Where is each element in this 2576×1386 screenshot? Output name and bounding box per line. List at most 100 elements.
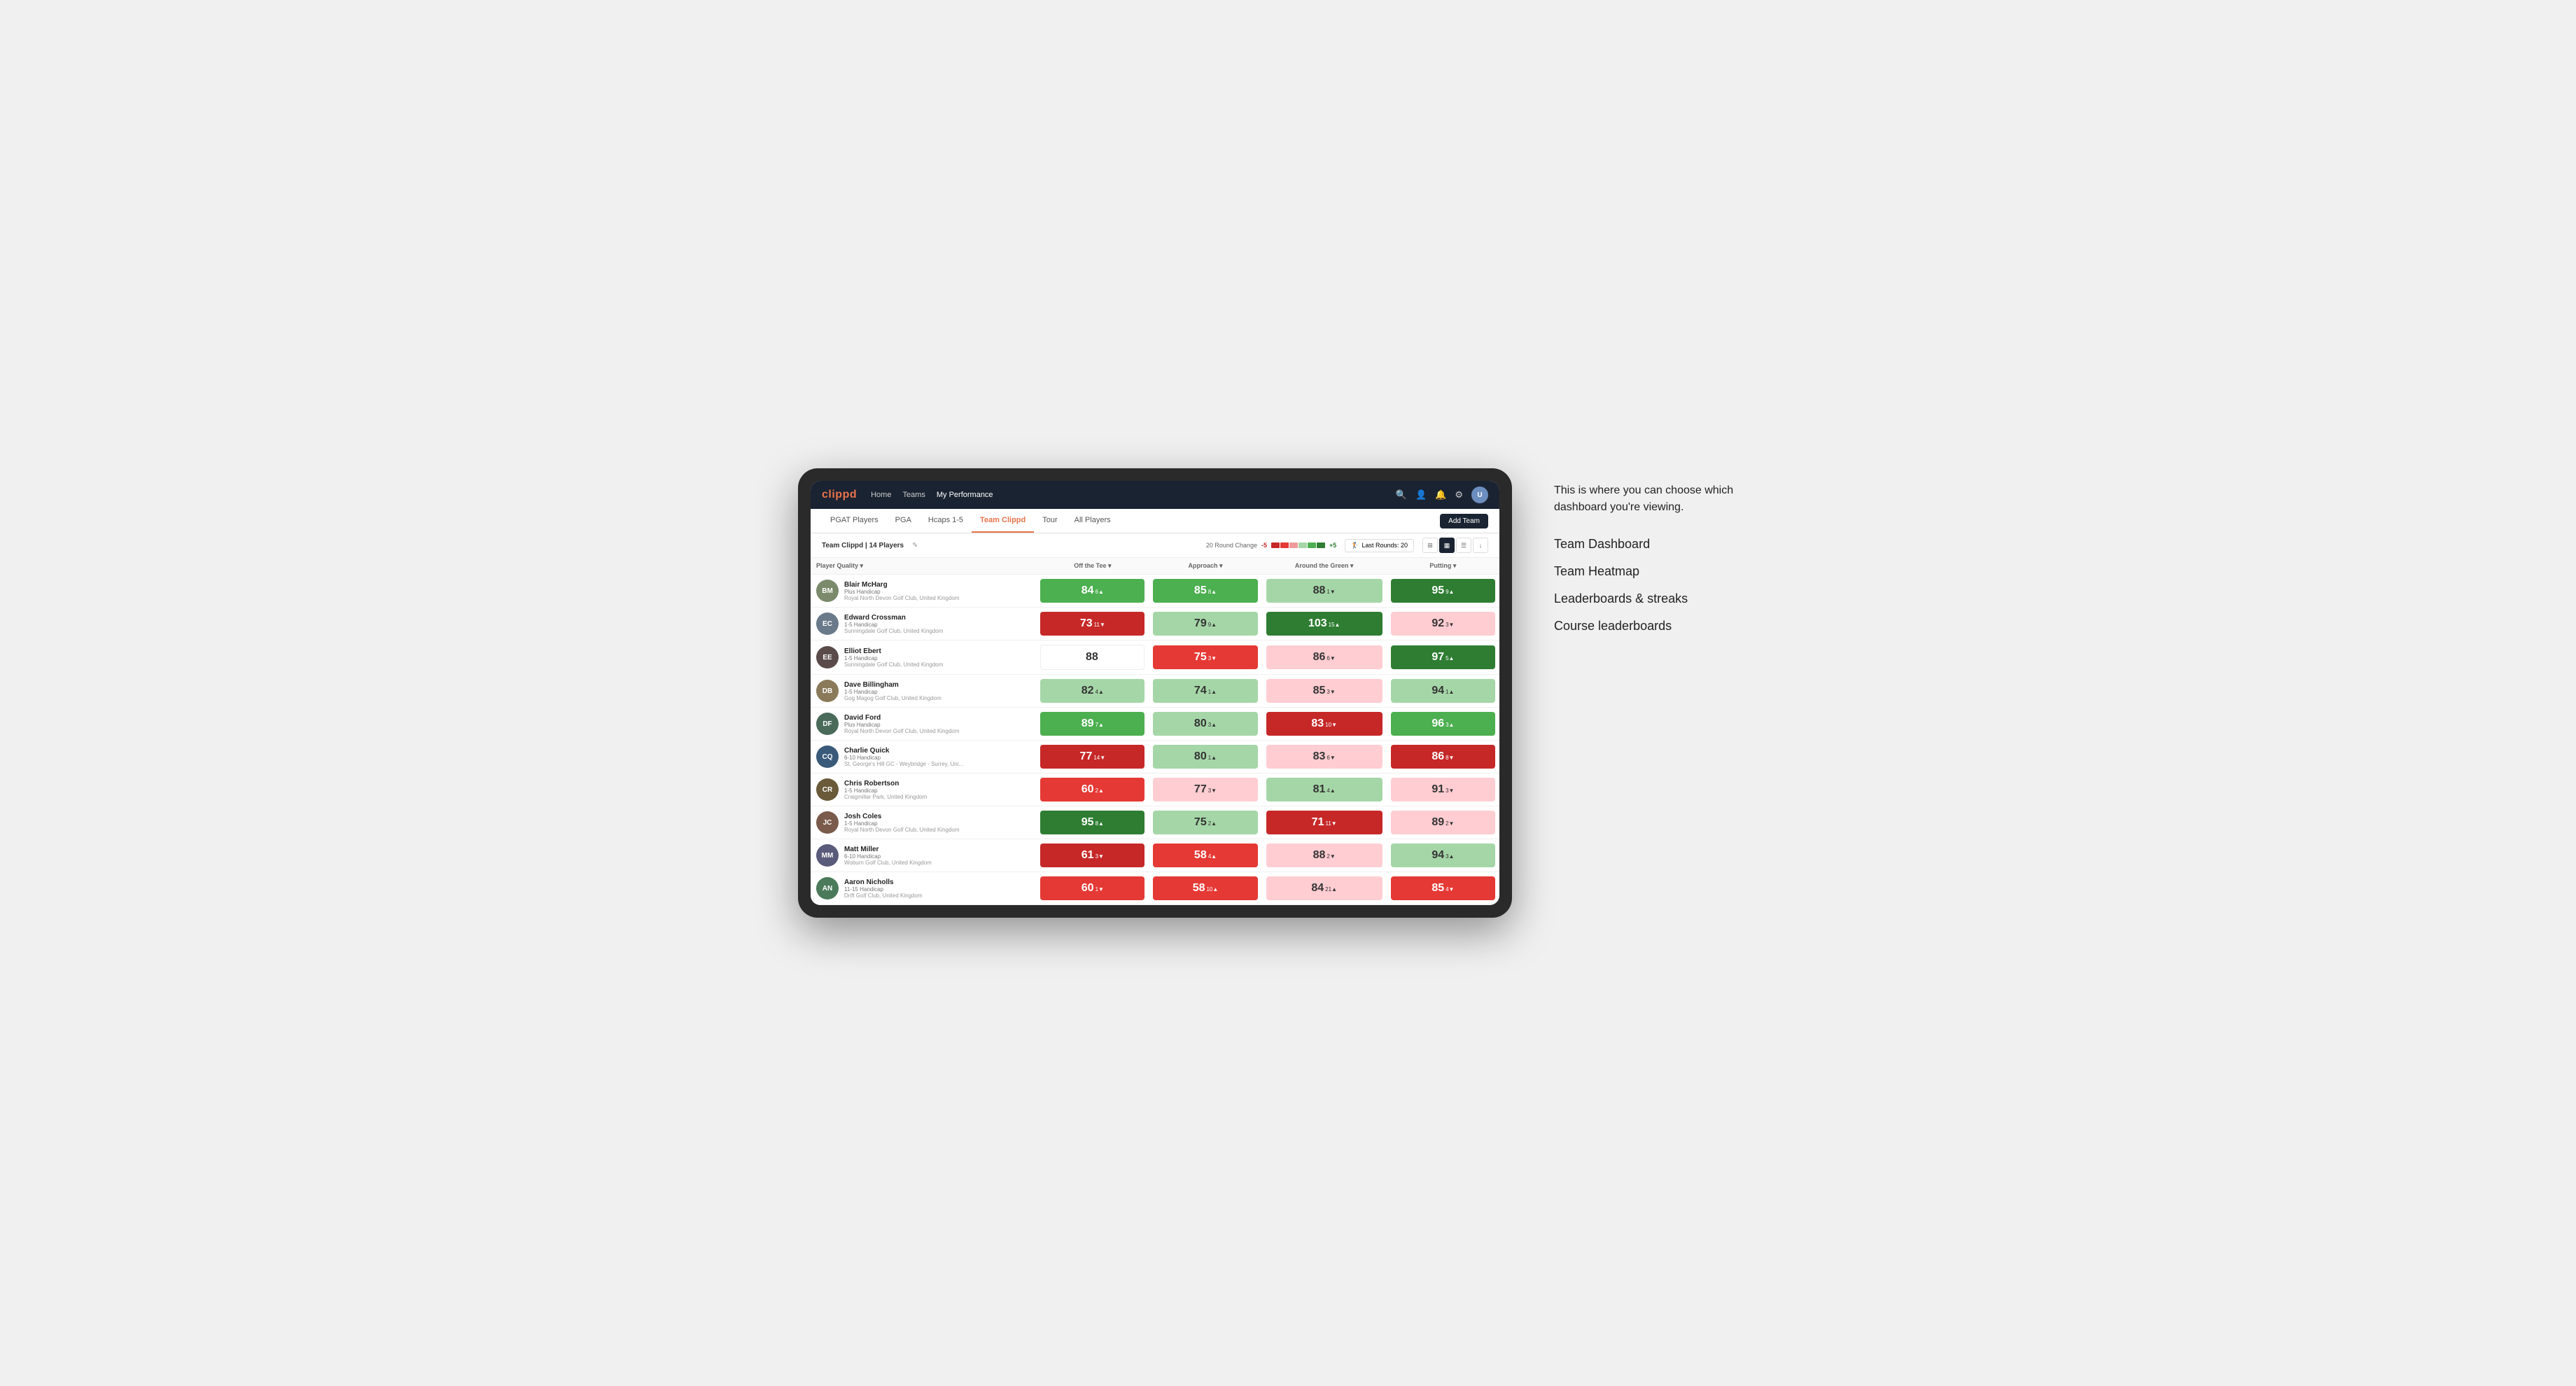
search-icon[interactable]: 🔍 [1396,489,1407,500]
nav-my-performance[interactable]: My Performance [937,489,993,500]
score-cell-approach-3: 74 1▲ [1149,675,1261,708]
subnav-pgat[interactable]: PGAT Players [822,509,887,533]
subnav-tour[interactable]: Tour [1034,509,1065,533]
score-change: 3▼ [1096,853,1104,860]
player-name: Matt Miller [844,846,932,853]
score-cell-approach-9: 58 10▲ [1149,872,1261,905]
header-player[interactable]: Player Quality ▾ [811,558,1036,575]
score-cell-off_tee-1: 73 11▼ [1036,608,1149,640]
edit-icon[interactable]: ✎ [912,542,918,550]
score-box: 85 4▼ [1391,876,1495,900]
player-club: Drift Golf Club, United Kingdom [844,892,923,899]
score-cell-approach-0: 85 8▲ [1149,575,1261,608]
player-cell-7[interactable]: JC Josh Coles 1-5 Handicap Royal North D… [811,806,1036,839]
table-row: DB Dave Billingham 1-5 Handicap Gog Mago… [811,675,1499,708]
score-cell-around_green-7: 71 11▼ [1262,806,1387,839]
score-cell-around_green-1: 103 15▲ [1262,608,1387,640]
player-avatar: EC [816,612,839,635]
player-hcp: 1-5 Handicap [844,820,960,827]
subnav-hcaps[interactable]: Hcaps 1-5 [920,509,972,533]
score-cell-around_green-4: 83 10▼ [1262,708,1387,741]
score-cell-putting-0: 95 9▲ [1387,575,1499,608]
download-button[interactable]: ↓ [1473,538,1488,553]
player-info: Matt Miller 6-10 Handicap Woburn Golf Cl… [844,846,932,866]
score-box: 85 8▲ [1153,579,1257,603]
score-box: 95 8▲ [1040,811,1144,834]
hm-cell-5 [1308,542,1316,548]
header-around-green[interactable]: Around the Green ▾ [1262,558,1387,575]
score-main: 75 [1194,816,1207,829]
score-change: 15▲ [1329,622,1340,628]
player-name: Elliot Ebert [844,648,943,655]
list-view-button[interactable]: ☰ [1456,538,1471,553]
score-main: 88 [1313,849,1326,862]
player-info: Blair McHarg Plus Handicap Royal North D… [844,581,960,601]
nav-right: 🔍 👤 🔔 ⚙ U [1396,486,1488,503]
player-cell-3[interactable]: DB Dave Billingham 1-5 Handicap Gog Mago… [811,675,1036,708]
score-cell-putting-5: 86 8▼ [1387,741,1499,774]
player-hcp: 6-10 Handicap [844,755,963,761]
player-cell-5[interactable]: CQ Charlie Quick 6-10 Handicap St. Georg… [811,741,1036,774]
score-main: 95 [1432,584,1444,597]
person-icon[interactable]: 👤 [1415,489,1427,500]
score-main: 79 [1194,617,1207,630]
player-cell-9[interactable]: AN Aaron Nicholls 11-15 Handicap Drift G… [811,872,1036,905]
header-approach[interactable]: Approach ▾ [1149,558,1261,575]
score-main: 60 [1082,783,1094,796]
score-cell-around_green-9: 84 21▲ [1262,872,1387,905]
player-cell-6[interactable]: CR Chris Robertson 1-5 Handicap Craigmil… [811,774,1036,806]
player-cell-0[interactable]: BM Blair McHarg Plus Handicap Royal Nort… [811,575,1036,608]
score-main: 58 [1194,849,1207,862]
ipad-frame: clippd Home Teams My Performance 🔍 👤 🔔 ⚙… [798,468,1512,918]
score-cell-around_green-2: 86 6▼ [1262,640,1387,675]
subnav-pga[interactable]: PGA [887,509,920,533]
nav-home[interactable]: Home [871,489,891,500]
score-main: 94 [1432,685,1444,697]
score-change: 21▲ [1325,886,1337,892]
score-cell-off_tee-0: 84 6▲ [1036,575,1149,608]
player-info: Charlie Quick 6-10 Handicap St. George's… [844,747,963,767]
grid-view-button[interactable]: ⊞ [1422,538,1438,553]
subnav-team-clippd[interactable]: Team Clippd [972,509,1034,533]
score-box: 88 2▼ [1266,844,1382,867]
nav-teams[interactable]: Teams [902,489,925,500]
score-box: 80 3▲ [1153,712,1257,736]
player-avatar: CR [816,778,839,801]
last-rounds-button[interactable]: 🏌 Last Rounds: 20 [1345,539,1414,552]
hm-cell-2 [1280,542,1289,548]
score-main: 95 [1082,816,1094,829]
score-cell-approach-4: 80 3▲ [1149,708,1261,741]
header-putting[interactable]: Putting ▾ [1387,558,1499,575]
option-team-dashboard: Team Dashboard [1554,537,1778,552]
player-club: Woburn Golf Club, United Kingdom [844,860,932,866]
player-cell-1[interactable]: EC Edward Crossman 1-5 Handicap Sunningd… [811,608,1036,640]
heatmap-view-button[interactable]: ▦ [1439,538,1455,553]
score-main: 83 [1313,750,1326,763]
player-cell-4[interactable]: DF David Ford Plus Handicap Royal North … [811,708,1036,741]
player-name: Aaron Nicholls [844,878,923,886]
score-main: 94 [1432,849,1444,862]
header-off-tee[interactable]: Off the Tee ▾ [1036,558,1149,575]
player-info: Dave Billingham 1-5 Handicap Gog Magog G… [844,681,941,701]
score-cell-off_tee-8: 61 3▼ [1036,839,1149,872]
player-cell-2[interactable]: EE Elliot Ebert 1-5 Handicap Sunningdale… [811,640,1036,675]
player-cell-8[interactable]: MM Matt Miller 6-10 Handicap Woburn Golf… [811,839,1036,872]
player-name: Edward Crossman [844,614,943,622]
score-box: 77 14▼ [1040,745,1144,769]
score-box: 75 2▲ [1153,811,1257,834]
round-change: 20 Round Change -5 +5 [1206,542,1336,549]
score-change: 5▲ [1446,655,1454,662]
heatmap-bar [1271,542,1325,548]
avatar[interactable]: U [1471,486,1488,503]
add-team-button[interactable]: Add Team [1440,514,1488,528]
subnav-all-players[interactable]: All Players [1066,509,1119,533]
score-cell-off_tee-7: 95 8▲ [1036,806,1149,839]
player-hcp: 6-10 Handicap [844,853,932,860]
score-change: 8▲ [1208,589,1217,595]
player-name: Josh Coles [844,813,960,820]
score-cell-approach-8: 58 4▲ [1149,839,1261,872]
ipad-screen: clippd Home Teams My Performance 🔍 👤 🔔 ⚙… [811,481,1499,905]
settings-icon[interactable]: ⚙ [1455,489,1463,500]
bell-icon[interactable]: 🔔 [1435,489,1446,500]
score-change: 3▼ [1446,788,1454,794]
